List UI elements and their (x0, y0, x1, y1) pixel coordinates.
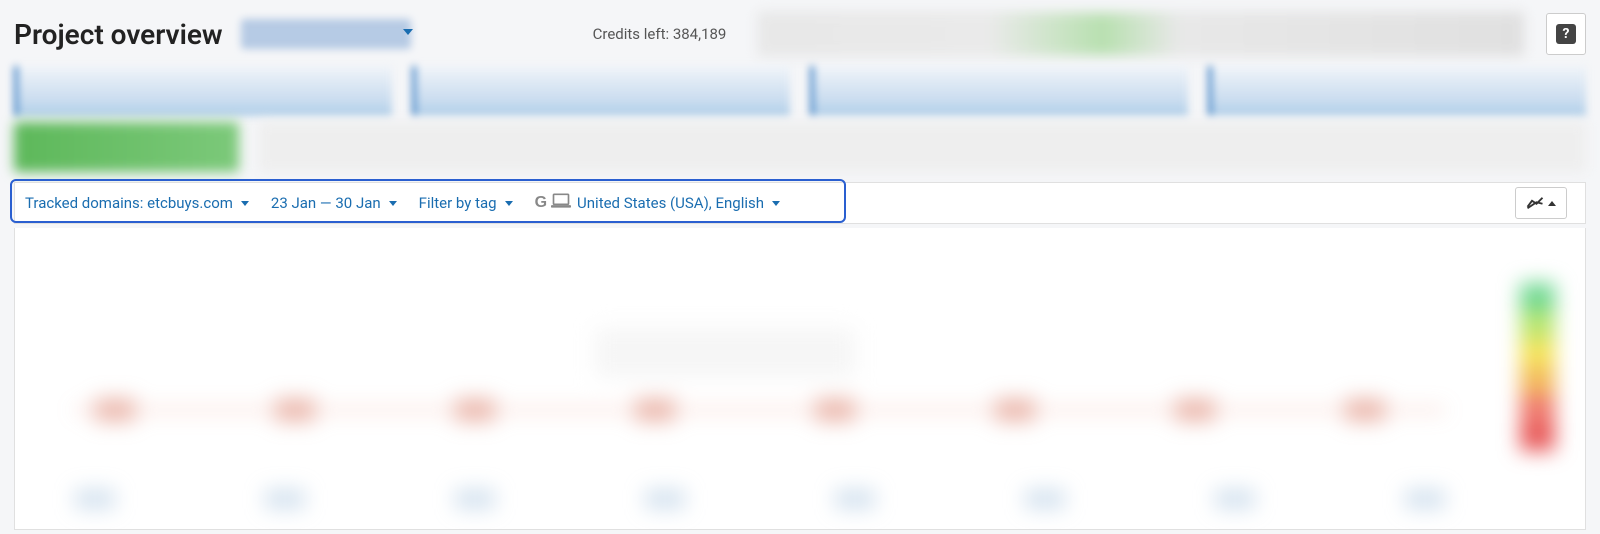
chevron-down-icon (403, 29, 413, 35)
secondary-cards-row (0, 122, 1600, 172)
filter-section: Tracked domains: etcbuys.com 23 Jan — 30… (0, 182, 1600, 224)
chart-toggle-button[interactable] (1515, 187, 1567, 219)
project-selector-dropdown[interactable] (241, 19, 411, 49)
chevron-down-icon (772, 201, 780, 206)
help-button[interactable]: ? (1546, 13, 1586, 55)
help-icon: ? (1556, 24, 1576, 44)
header-actions-bar (758, 12, 1524, 56)
stat-card (1208, 66, 1586, 116)
date-range-dropdown[interactable]: 23 Jan — 30 Jan (271, 194, 397, 212)
trend-icon (1526, 196, 1544, 210)
desktop-icon (551, 193, 571, 213)
search-engine-device-icons: G (535, 193, 571, 213)
locale-label: United States (USA), English (577, 194, 764, 212)
chevron-down-icon (505, 201, 513, 206)
status-card (14, 122, 239, 172)
filter-by-tag-label: Filter by tag (419, 194, 497, 212)
filter-by-tag-dropdown[interactable]: Filter by tag (419, 194, 513, 212)
chevron-up-icon (1548, 201, 1556, 206)
google-icon: G (535, 194, 547, 212)
chart-area (14, 228, 1586, 530)
header-row: Project overview Credits left: 384,189 ? (0, 0, 1600, 66)
filter-bar: Tracked domains: etcbuys.com 23 Jan — 30… (14, 182, 1586, 224)
tracked-domains-dropdown[interactable]: Tracked domains: etcbuys.com (25, 194, 249, 212)
stat-card (14, 66, 392, 116)
chevron-down-icon (241, 201, 249, 206)
info-bar (259, 122, 1586, 172)
credits-left-label: Credits left: 384,189 (593, 25, 727, 43)
stat-card (412, 66, 790, 116)
locale-dropdown[interactable]: G United States (USA), English (535, 193, 780, 213)
stat-card (810, 66, 1188, 116)
page-title: Project overview (14, 18, 223, 51)
stat-cards-row (0, 66, 1600, 116)
date-range-label: 23 Jan — 30 Jan (271, 194, 381, 212)
tracked-domains-label: Tracked domains: etcbuys.com (25, 194, 233, 212)
chevron-down-icon (389, 201, 397, 206)
